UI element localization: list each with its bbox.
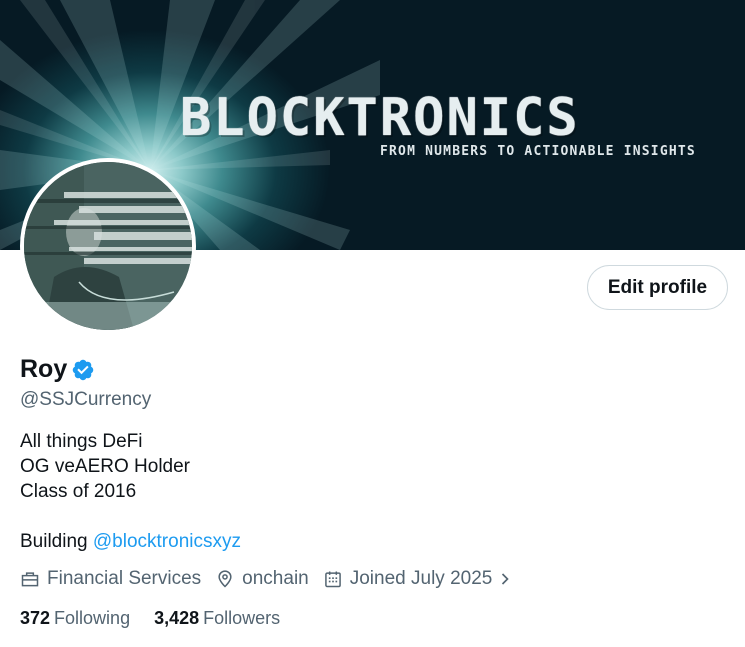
calendar-icon [324, 571, 341, 588]
banner-title: BLOCKTRONICS [180, 88, 580, 148]
avatar-portrait-graphic [24, 162, 192, 330]
followers-link[interactable]: 3,428 Followers [154, 608, 280, 629]
followers-count: 3,428 [154, 608, 200, 628]
bio-building-prefix: Building [20, 531, 93, 552]
briefcase-icon [21, 572, 39, 587]
profile-bio: All things DeFi OG veAERO Holder Class o… [20, 429, 241, 554]
followers-label: Followers [203, 608, 281, 628]
following-link[interactable]: 372 Following [20, 608, 130, 629]
following-label: Following [54, 608, 131, 628]
chevron-right-icon[interactable] [496, 569, 514, 589]
meta-category: Financial Services [20, 568, 201, 590]
edit-profile-button[interactable]: Edit profile [587, 265, 728, 310]
profile-name: Roy [20, 355, 68, 383]
meta-joined[interactable]: Joined July 2025 [323, 568, 515, 590]
bio-line: All things DeFi [20, 431, 143, 452]
map-pin-icon [218, 570, 232, 588]
bio-building-line: Building @blocktronicsxyz [20, 529, 241, 554]
bio-spacer [20, 504, 241, 529]
follow-stats: 372 Following 3,428 Followers [20, 608, 304, 629]
profile-handle: @SSJCurrency [20, 389, 152, 410]
meta-location-label: onchain [242, 568, 309, 589]
bio-mention-link[interactable]: @blocktronicsxyz [93, 531, 241, 552]
following-count: 372 [20, 608, 51, 628]
verified-badge-icon[interactable] [71, 358, 95, 382]
bio-line: Class of 2016 [20, 481, 137, 502]
meta-joined-label: Joined July 2025 [349, 568, 493, 589]
avatar[interactable] [20, 158, 196, 334]
profile-name-row: Roy [20, 355, 95, 384]
profile-meta-row: Financial Services onchain Joined July 2… [20, 568, 518, 590]
meta-category-label: Financial Services [47, 568, 202, 589]
bio-line: OG veAERO Holder [20, 456, 190, 477]
banner-tagline: FROM NUMBERS TO ACTIONABLE INSIGHTS [380, 144, 696, 159]
meta-location: onchain [215, 568, 309, 590]
